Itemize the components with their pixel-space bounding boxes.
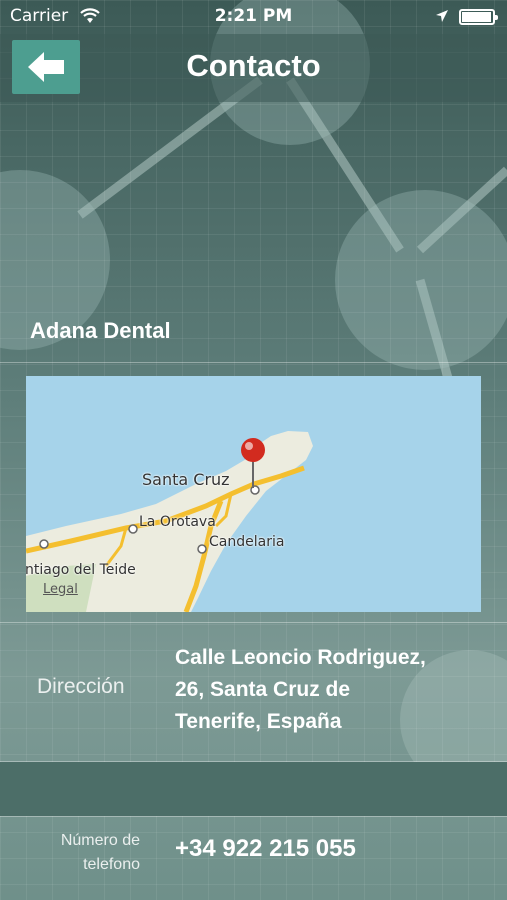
company-name: Adana Dental bbox=[30, 318, 171, 343]
address-line: Calle Leoncio Rodriguez, bbox=[175, 646, 426, 669]
phone-label-line: telefono bbox=[83, 856, 140, 873]
section-separator-band bbox=[0, 762, 507, 816]
page-title: Contacto bbox=[186, 48, 321, 83]
map-label-la-orotava: La Orotava bbox=[139, 514, 216, 530]
address-line: Tenerife, España bbox=[175, 710, 342, 733]
map-label-santiago: ntiago del Teide bbox=[26, 562, 136, 578]
location-map[interactable]: Santa Cruz La Orotava Candelaria ntiago … bbox=[26, 376, 481, 612]
battery-icon bbox=[459, 9, 498, 25]
address-line: 26, Santa Cruz de bbox=[175, 678, 351, 701]
address-value[interactable]: Calle Leoncio Rodriguez, 26, Santa Cruz … bbox=[175, 642, 485, 738]
battery-level bbox=[462, 12, 491, 22]
map-legal-link[interactable]: Legal bbox=[43, 582, 78, 597]
map-label-santa-cruz: Santa Cruz bbox=[142, 470, 230, 489]
status-bar: Carrier 2:21 PM bbox=[0, 0, 507, 34]
divider bbox=[0, 622, 507, 623]
phone-label: Número de telefono bbox=[20, 829, 140, 877]
address-label: Dirección bbox=[37, 675, 125, 698]
phone-label-line: Número de bbox=[60, 832, 140, 849]
divider bbox=[0, 362, 507, 363]
divider bbox=[0, 816, 507, 817]
navigation-bar: Contacto bbox=[0, 34, 507, 102]
status-time: 2:21 PM bbox=[214, 6, 293, 26]
map-label-candelaria: Candelaria bbox=[209, 534, 285, 550]
location-arrow-icon bbox=[435, 8, 449, 28]
phone-number[interactable]: +34 922 215 055 bbox=[175, 835, 356, 863]
